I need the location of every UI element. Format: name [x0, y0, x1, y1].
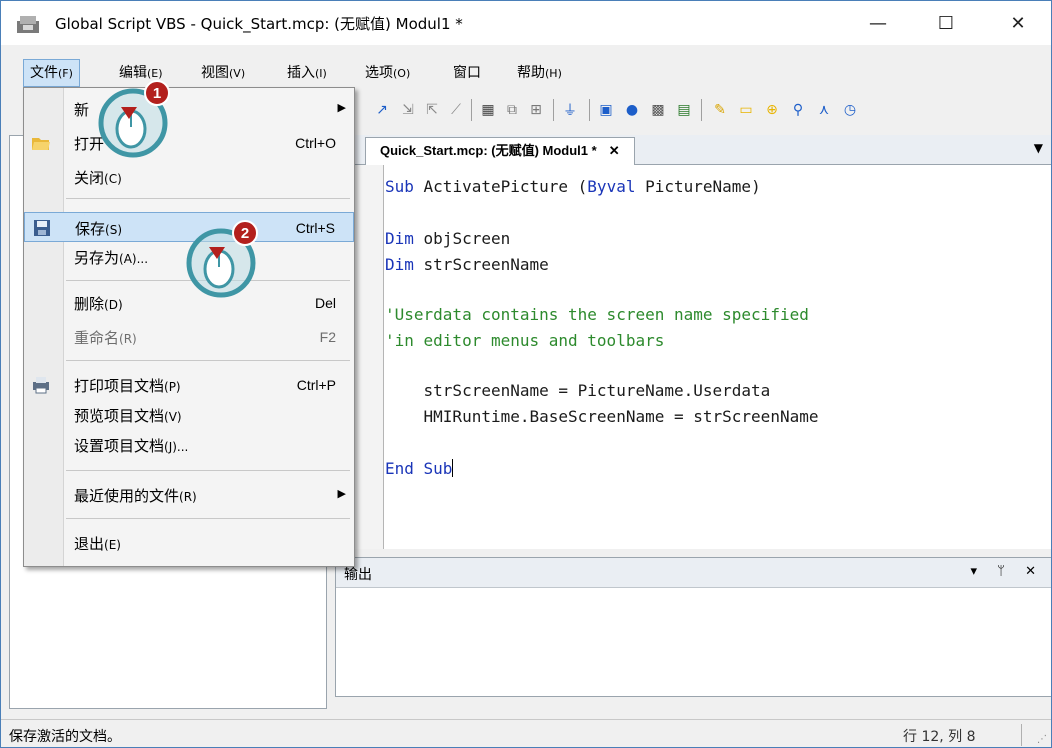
printer-icon: [33, 377, 49, 394]
grid-icon[interactable]: ▦: [477, 99, 499, 121]
line-tool-icon[interactable]: ↗: [371, 99, 393, 121]
code-text-area[interactable]: [383, 165, 1051, 549]
menu-item-preview-doc[interactable]: 预览项目文档(V): [24, 400, 354, 430]
code-line-1: Sub ActivatePicture (Byval PictureName): [385, 177, 761, 196]
cursor-position: 行 12, 列 8: [903, 729, 976, 745]
code-line-2: Dim objScreen: [385, 229, 511, 248]
title-bar: Global Script VBS - Quick_Start.mcp: (无赋…: [1, 1, 1051, 45]
code-line-5: 'in editor menus and toolbars: [385, 331, 665, 350]
output-panel: 输出 ▾ ᛘ ✕: [335, 557, 1051, 697]
menu-item-rename[interactable]: 重命名(R) F2: [24, 322, 354, 352]
people-icon[interactable]: ⋏: [813, 99, 835, 121]
tab-list-icon[interactable]: ▼: [1034, 141, 1043, 155]
outdent-icon[interactable]: ⇱: [421, 99, 443, 121]
text-caret: [452, 459, 454, 477]
output-title: 输出: [344, 567, 372, 583]
folder-open-icon: [32, 138, 50, 150]
menu-window[interactable]: 窗口: [447, 59, 487, 87]
clock-icon[interactable]: ◷: [839, 99, 861, 121]
folder-add-icon[interactable]: ⊕: [761, 99, 783, 121]
menu-file[interactable]: 文件(F): [23, 59, 80, 87]
output-window-controls[interactable]: ▾ ᛘ ✕: [971, 564, 1044, 579]
database-icon[interactable]: ●: [621, 99, 643, 121]
close-button[interactable]: ✕: [991, 1, 1045, 45]
indent-icon[interactable]: ⇲: [397, 99, 419, 121]
screen-icon[interactable]: ▤: [673, 99, 695, 121]
code-line-7: HMIRuntime.BaseScreenName = strScreenNam…: [385, 407, 819, 426]
step-2-mouse-callout: 2: [186, 220, 258, 298]
menu-item-close[interactable]: 关闭(C): [24, 162, 354, 192]
code-line-6: strScreenName = PictureName.Userdata: [385, 381, 771, 400]
info-icon[interactable]: ✎: [709, 99, 731, 121]
step-1-mouse-callout: 1: [98, 80, 170, 158]
tab-label: Quick_Start.mcp: (无赋值) Modul1 *: [380, 143, 597, 158]
menu-item-new[interactable]: 新 ▶: [24, 94, 354, 124]
syntax-icon[interactable]: ⧉: [501, 99, 523, 121]
maximize-button[interactable]: ☐: [919, 1, 973, 45]
code-line-3: Dim strScreenName: [385, 255, 549, 274]
menu-item-open[interactable]: 打开 Ctrl+O: [24, 128, 354, 158]
tab-modul1[interactable]: Quick_Start.mcp: (无赋值) Modul1 * ✕: [365, 137, 635, 165]
menu-item-exit[interactable]: 退出(E): [24, 528, 354, 558]
bookmark-icon[interactable]: ⊞: [525, 99, 547, 121]
minimize-button[interactable]: —: [851, 1, 905, 45]
code-line-4: 'Userdata contains the screen name speci…: [385, 305, 809, 324]
menu-item-print-doc[interactable]: 打印项目文档(P) Ctrl+P: [24, 370, 354, 400]
resize-grip-icon[interactable]: ⋰: [1037, 734, 1047, 745]
status-bar: 保存激活的文档。 行 12, 列 8 ⋰: [1, 719, 1051, 747]
window-title: Global Script VBS - Quick_Start.mcp: (无赋…: [55, 15, 463, 33]
step-1-number: 1: [153, 85, 161, 102]
code-editor: Quick_Start.mcp: (无赋值) Modul1 * ✕ ▼ Sub A…: [335, 135, 1051, 549]
tab-strip: Quick_Start.mcp: (无赋值) Modul1 * ✕ ▼: [335, 135, 1051, 165]
app-window: Global Script VBS - Quick_Start.mcp: (无赋…: [0, 0, 1052, 748]
menu-item-recent-files[interactable]: 最近使用的文件(R) ▶: [24, 480, 354, 510]
comment-icon[interactable]: ⟋: [445, 99, 467, 121]
tag-icon[interactable]: ▩: [647, 99, 669, 121]
window-icon[interactable]: ▣: [595, 99, 617, 121]
output-header: 输出 ▾ ᛘ ✕: [336, 558, 1051, 588]
filter-icon[interactable]: ⏚: [559, 99, 581, 121]
menu-item-setup-doc[interactable]: 设置项目文档(J)...: [24, 430, 354, 460]
close-tab-icon[interactable]: ✕: [609, 143, 620, 158]
menu-insert[interactable]: 插入(I): [281, 59, 333, 87]
user-icon[interactable]: ⚲: [787, 99, 809, 121]
menu-view[interactable]: 视图(V): [195, 59, 251, 87]
step-2-number: 2: [241, 225, 249, 242]
status-message: 保存激活的文档。: [9, 729, 121, 745]
code-line-8: End Sub: [385, 459, 454, 478]
menu-help[interactable]: 帮助(H): [511, 59, 568, 87]
menu-options[interactable]: 选项(O): [359, 59, 416, 87]
file-menu-dropdown: 新 ▶ 打开 Ctrl+O 关闭(C) 保存(S) Ctrl+S 另存为(A).…: [23, 87, 355, 567]
submenu-arrow-icon: ▶: [337, 487, 346, 500]
submenu-arrow-icon: ▶: [337, 101, 346, 114]
folder-icon[interactable]: ▭: [735, 99, 757, 121]
save-icon: [34, 220, 50, 236]
app-icon: [17, 16, 39, 33]
